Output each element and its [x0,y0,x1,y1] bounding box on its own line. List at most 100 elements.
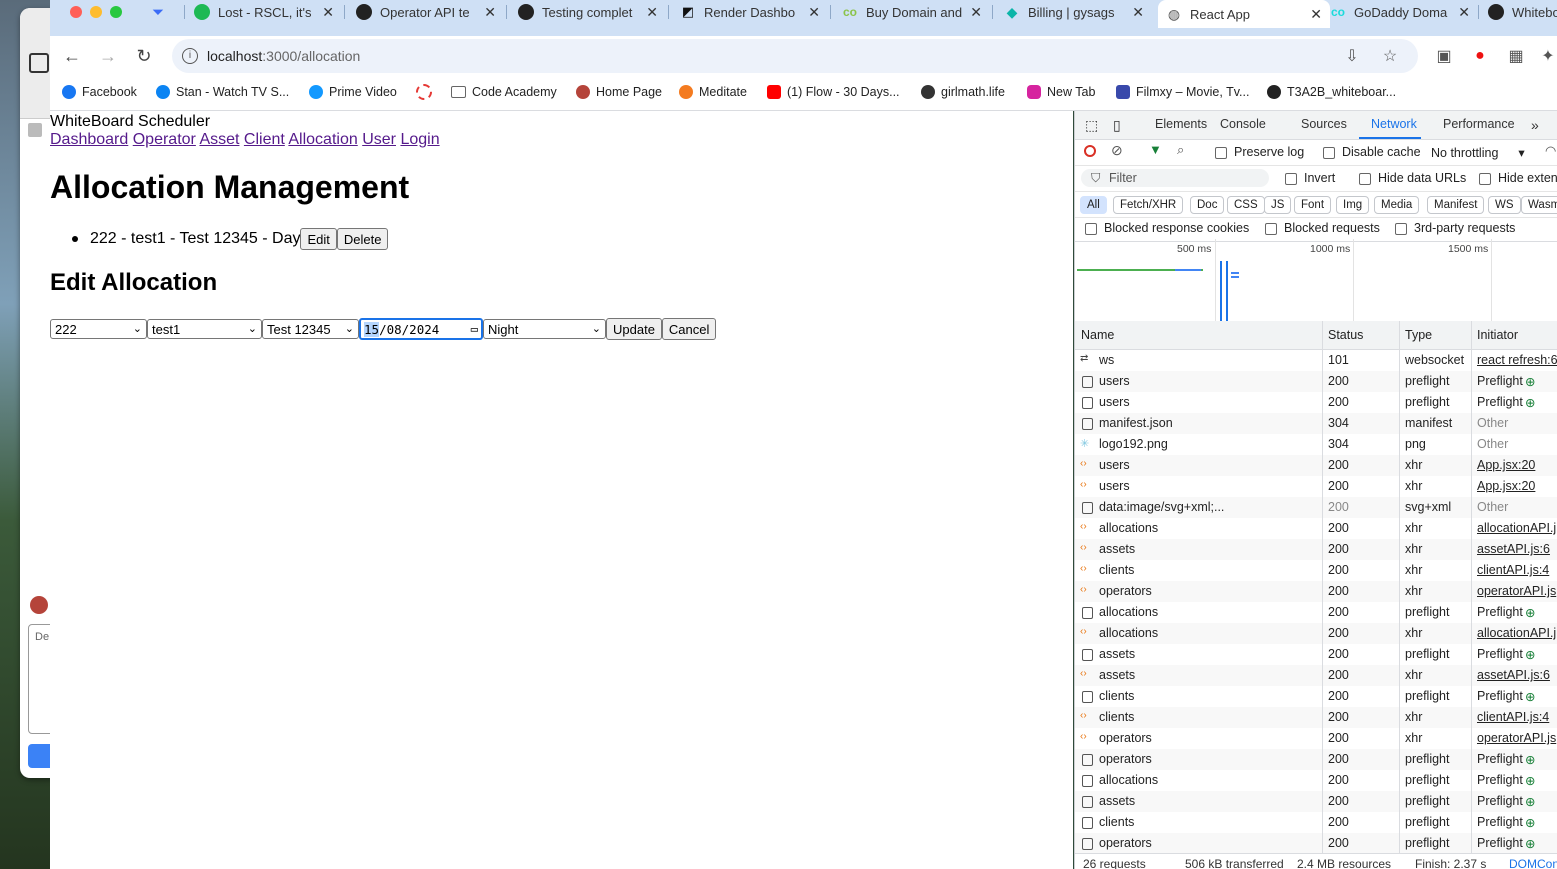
bookmark-star-icon[interactable]: ☆ [1380,46,1400,66]
table-row[interactable]: users 200 preflight Preflight ⊕ [1075,392,1557,413]
table-row[interactable]: ⇄ ws 101 websocket react refresh:6 [1075,350,1557,371]
table-row[interactable]: ‹› operators 200 xhr operatorAPI.js [1075,728,1557,749]
request-initiator[interactable]: clientAPI.js:4 [1477,710,1549,724]
bookmark-facebook[interactable]: Facebook [62,83,137,101]
asset-select[interactable]: test1 ⌄ [147,319,262,339]
wifi-icon[interactable]: ◠ [1545,143,1556,159]
request-initiator[interactable]: clientAPI.js:4 [1477,563,1549,577]
tab-2[interactable]: Operator API te ✕ [356,0,496,24]
preflight-icon[interactable]: ⊕ [1525,752,1535,767]
preflight-icon[interactable]: ⊕ [1525,794,1535,809]
table-row[interactable]: allocations 200 preflight Preflight ⊕ [1075,602,1557,623]
filter-all[interactable]: All [1080,196,1107,214]
nav-link-asset[interactable]: Asset [199,131,239,148]
table-row[interactable]: assets 200 preflight Preflight ⊕ [1075,791,1557,812]
preflight-icon[interactable]: ⊕ [1525,605,1535,620]
blocked-cookies-checkbox[interactable]: Blocked response cookies [1085,221,1249,235]
table-row[interactable]: clients 200 preflight Preflight ⊕ [1075,686,1557,707]
request-initiator[interactable]: App.jsx:20 [1477,479,1535,493]
table-row[interactable]: assets 200 preflight Preflight ⊕ [1075,644,1557,665]
nav-link-dashboard[interactable]: Dashboard [50,131,128,148]
table-row[interactable]: users 200 preflight Preflight ⊕ [1075,371,1557,392]
bookmark-new-tab[interactable]: New Tab [1027,83,1095,101]
filter-js[interactable]: JS [1264,196,1292,214]
preflight-icon[interactable]: ⊕ [1525,647,1535,662]
tab-sources[interactable]: Sources [1301,117,1347,131]
extension-icon[interactable]: ▣ [1434,46,1454,66]
blocked-requests-checkbox[interactable]: Blocked requests [1265,221,1380,235]
preflight-icon[interactable]: ⊕ [1525,815,1535,830]
bookmark-stan[interactable]: Stan - Watch TV S... [156,83,289,101]
filter-wasm[interactable]: Wasm [1521,196,1557,214]
client-select[interactable]: Test 12345 ⌄ [262,319,359,339]
date-input[interactable]: 15/08/2024 ▭ [359,318,483,340]
request-initiator[interactable]: App.jsx:20 [1477,458,1535,472]
device-toolbar-icon[interactable]: ▯ [1113,117,1121,134]
bookmark-filmxy[interactable]: Filmxy – Movie, Tv... [1116,83,1249,101]
search-icon[interactable]: ⌕ [1177,142,1184,158]
close-icon[interactable]: ✕ [478,4,496,21]
close-icon[interactable]: ✕ [316,4,334,21]
table-row[interactable]: allocations 200 preflight Preflight ⊕ [1075,770,1557,791]
forward-arrow-icon[interactable]: → [96,44,120,68]
column-type[interactable]: Type [1405,328,1432,342]
tab-9[interactable]: Whitebo [1488,0,1557,24]
tab-performance[interactable]: Performance [1443,117,1515,131]
tab-5[interactable]: co Buy Domain and ✕ [842,0,982,24]
tab-4[interactable]: ◩ Render Dashbo ✕ [680,0,820,24]
tab-7-active[interactable]: ◍ React App ✕ [1158,0,1330,28]
request-initiator[interactable]: assetAPI.js:6 [1477,542,1550,556]
delete-button[interactable]: Delete [336,228,389,250]
close-icon[interactable]: ✕ [1452,4,1470,21]
disable-cache-checkbox[interactable]: Disable cache [1323,145,1421,159]
bookmark-red-circle[interactable] [416,83,438,101]
request-initiator[interactable]: allocationAPI.j [1477,521,1556,535]
tab-6[interactable]: ◆ Billing | gysags ✕ [1004,0,1144,24]
tab-1[interactable]: Lost - RSCL, it's ✕ [194,0,334,24]
column-name[interactable]: Name [1081,328,1114,342]
filter-font[interactable]: Font [1294,196,1332,214]
column-status[interactable]: Status [1328,328,1363,342]
table-row[interactable]: ‹› clients 200 xhr clientAPI.js:4 [1075,707,1557,728]
filter-ws[interactable]: WS [1488,196,1521,214]
preflight-icon[interactable]: ⊕ [1525,374,1535,389]
operator-select[interactable]: 222 ⌄ [50,319,147,339]
record-icon[interactable] [1084,145,1096,157]
back-arrow-icon[interactable]: ← [60,44,84,68]
table-row[interactable]: ‹› assets 200 xhr assetAPI.js:6 [1075,539,1557,560]
bookmark-code-academy[interactable]: Code Academy [451,83,557,101]
table-row[interactable]: ✳ logo192.png 304 png Other [1075,434,1557,455]
filter-doc[interactable]: Doc [1190,196,1225,214]
opera-icon[interactable]: ● [1470,46,1490,66]
filter-css[interactable]: CSS [1227,196,1265,214]
tab-8[interactable]: co GoDaddy Doma ✕ [1330,0,1470,24]
close-icon[interactable]: ✕ [640,4,658,21]
filter-media[interactable]: Media [1374,196,1420,214]
bookmark-home-page[interactable]: Home Page [576,83,662,101]
bookmark-girlmath[interactable]: girlmath.life [921,83,1005,101]
maximize-window-icon[interactable] [110,6,122,18]
table-row[interactable]: operators 200 preflight Preflight ⊕ [1075,833,1557,854]
table-row[interactable]: ‹› allocations 200 xhr allocationAPI.j [1075,623,1557,644]
table-row[interactable]: data:image/svg+xml;... 200 svg+xml Other [1075,497,1557,518]
cancel-button[interactable]: Cancel [661,318,717,340]
close-icon[interactable]: ✕ [1304,6,1322,23]
nav-link-client[interactable]: Client [244,131,285,148]
invert-checkbox[interactable]: Invert [1285,171,1335,185]
table-row[interactable]: clients 200 preflight Preflight ⊕ [1075,812,1557,833]
update-button[interactable]: Update [606,318,662,340]
tab-3[interactable]: Testing complet ✕ [518,0,658,24]
filter-manifest[interactable]: Manifest [1427,196,1485,214]
table-row[interactable]: operators 200 preflight Preflight ⊕ [1075,749,1557,770]
request-initiator[interactable]: assetAPI.js:6 [1477,668,1550,682]
filter-input[interactable]: ⛉ Filter [1081,169,1269,187]
nav-link-login[interactable]: Login [400,131,439,148]
request-initiator[interactable]: allocationAPI.j [1477,626,1556,640]
tab-console[interactable]: Console [1220,117,1266,131]
throttling-select[interactable]: No throttling ▾ [1431,145,1525,160]
tab-0[interactable]: ⏷ [150,0,178,24]
calendar-icon[interactable]: ▭ [471,322,478,336]
puzzle-icon[interactable]: ✦ [1538,46,1557,66]
extension-menu-icon[interactable]: ▦ [1506,46,1526,66]
nav-link-operator[interactable]: Operator [133,131,196,148]
